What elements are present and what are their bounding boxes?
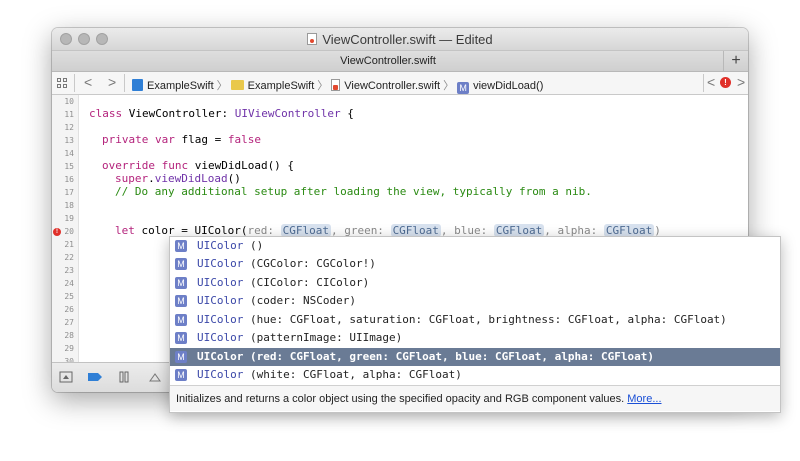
previous-issue-button[interactable]: <: [707, 74, 715, 90]
line-number: 15: [64, 162, 74, 171]
line-number: 24: [64, 279, 74, 288]
line-number: 25: [64, 292, 74, 301]
method-icon: M: [175, 351, 187, 363]
code-line-11: class ViewController: UIViewController {: [89, 107, 354, 120]
file-icon: [307, 33, 318, 45]
code-line-17-comment: // Do any additional setup after loading…: [115, 185, 592, 198]
method-icon: M: [175, 295, 187, 307]
line-number: 19: [64, 214, 74, 223]
method-icon: M: [175, 332, 187, 344]
swift-file-icon: [331, 79, 341, 91]
method-icon: M: [175, 258, 187, 270]
line-number: 18: [64, 201, 74, 210]
tab-bar: ViewController.swift +: [52, 51, 748, 72]
jump-bar: < > ExampleSwift 〉 ExampleSwift 〉 ViewContro…: [52, 72, 748, 95]
tab-viewcontroller[interactable]: ViewController.swift: [52, 55, 724, 67]
project-icon: [132, 79, 143, 91]
completion-item[interactable]: M UIColor (coder: NSCoder): [170, 292, 780, 310]
line-number: 27: [64, 318, 74, 327]
line-number: 10: [64, 97, 74, 106]
completion-item[interactable]: M UIColor (CIColor: CIColor): [170, 274, 780, 292]
completion-item[interactable]: M UIColor (CGColor: CGColor!): [170, 255, 780, 273]
add-tab-button[interactable]: +: [723, 51, 748, 71]
line-number-gutter[interactable]: 10 11 12 13 14 15 16 17 18 19 20 21 22 2…: [52, 95, 79, 362]
more-link[interactable]: More...: [627, 393, 661, 405]
pause-icon[interactable]: [118, 370, 130, 384]
method-icon: M: [457, 82, 470, 94]
window-title: ViewController.swift — Edited: [52, 32, 748, 47]
line-number: 11: [64, 110, 74, 119]
error-icon[interactable]: !: [720, 77, 731, 88]
console-toggle-icon[interactable]: [59, 370, 73, 384]
breakpoint-icon[interactable]: [87, 370, 103, 384]
line-number: 23: [64, 266, 74, 275]
window-title-text: ViewController.swift — Edited: [322, 32, 493, 47]
breadcrumb-file[interactable]: ViewController.swift: [331, 79, 440, 92]
breadcrumb-group[interactable]: ExampleSwift: [230, 80, 314, 92]
completion-item-selected[interactable]: M UIColor (red: CGFloat, green: CGFloat, …: [170, 348, 780, 366]
method-icon: M: [175, 369, 187, 381]
grid-icon[interactable]: [57, 78, 68, 89]
line-number: 16: [64, 175, 74, 184]
breadcrumb-method[interactable]: MviewDidLoad(): [457, 80, 543, 94]
folder-icon: [230, 80, 244, 90]
forward-button[interactable]: >: [108, 74, 116, 90]
method-icon: M: [175, 277, 187, 289]
completion-item[interactable]: M UIColor (): [170, 237, 780, 255]
autocomplete-popup: M UIColor () M UIColor (CGColor: CGColor!)…: [169, 236, 781, 413]
error-marker-icon[interactable]: !: [53, 228, 61, 236]
code-line-15: override func viewDidLoad() {: [102, 159, 295, 172]
breadcrumb: ExampleSwift 〉 ExampleSwift 〉 ViewController…: [132, 77, 543, 94]
completion-item[interactable]: M UIColor (white: CGFloat, alpha: CGFloat…: [170, 366, 780, 384]
completion-description: Initializes and returns a color object u…: [170, 385, 780, 411]
line-number: 21: [64, 240, 74, 249]
completion-item[interactable]: M UIColor (hue: CGFloat, saturation: CGFl…: [170, 311, 780, 329]
line-number: 26: [64, 305, 74, 314]
method-icon: M: [175, 314, 187, 326]
line-number: 17: [64, 188, 74, 197]
code-line-16: super.viewDidLoad(): [115, 172, 241, 185]
method-icon: M: [175, 240, 187, 252]
title-bar: ViewController.swift — Edited: [52, 28, 748, 51]
line-number: 29: [64, 344, 74, 353]
completion-item[interactable]: M UIColor (patternImage: UIImage): [170, 329, 780, 347]
next-issue-button[interactable]: >: [737, 74, 745, 90]
line-number: 14: [64, 149, 74, 158]
line-number: 28: [64, 331, 74, 340]
breadcrumb-project[interactable]: ExampleSwift: [132, 79, 214, 92]
step-over-icon[interactable]: [148, 370, 162, 384]
code-line-13: private var flag = false: [102, 133, 261, 146]
line-number: 22: [64, 253, 74, 262]
back-button[interactable]: <: [84, 74, 92, 90]
line-number: 13: [64, 136, 74, 145]
line-number: 12: [64, 123, 74, 132]
